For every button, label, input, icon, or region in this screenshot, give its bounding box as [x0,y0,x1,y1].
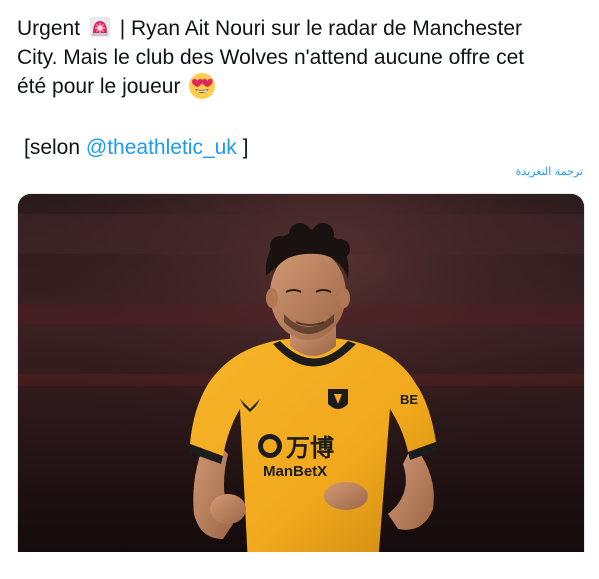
mention-link[interactable]: @theathletic_uk [86,136,237,159]
heart-eyes-emoji-icon [188,72,216,100]
tweet-line-1-start: Urgent [17,17,81,40]
source-prefix: [selon [24,136,81,159]
tweet-text: Urgent | Ryan Ait Nouri sur le radar de … [17,14,582,101]
tweet-line-1: Urgent | Ryan Ait Nouri sur le radar de … [17,14,582,43]
source-line: [selon @theathletic_uk ] [24,133,249,162]
rotating-light-icon [88,15,112,39]
tweet-line-2: City. Mais le club des Wolves n'attend a… [17,46,525,69]
player-photo-image: 万博 ManBetX BE [18,194,584,564]
jersey-sponsor-name: ManBetX [263,463,327,480]
sleeve-sponsor: BE [400,392,418,407]
bottom-cutoff [0,552,599,579]
tweet-line-1-end: | Ryan Ait Nouri sur le radar de Manches… [119,17,523,40]
jersey-sponsor-chinese: 万博 [286,434,334,462]
tweet-line-3-text: été pour le joueur [17,75,181,98]
source-suffix: ] [242,136,249,159]
tweet-line-3: été pour le joueur [17,72,582,101]
tweet-media-photo[interactable]: 万博 ManBetX BE [17,193,585,565]
translate-tweet-link[interactable]: ترجمة التغريدة [516,165,583,178]
